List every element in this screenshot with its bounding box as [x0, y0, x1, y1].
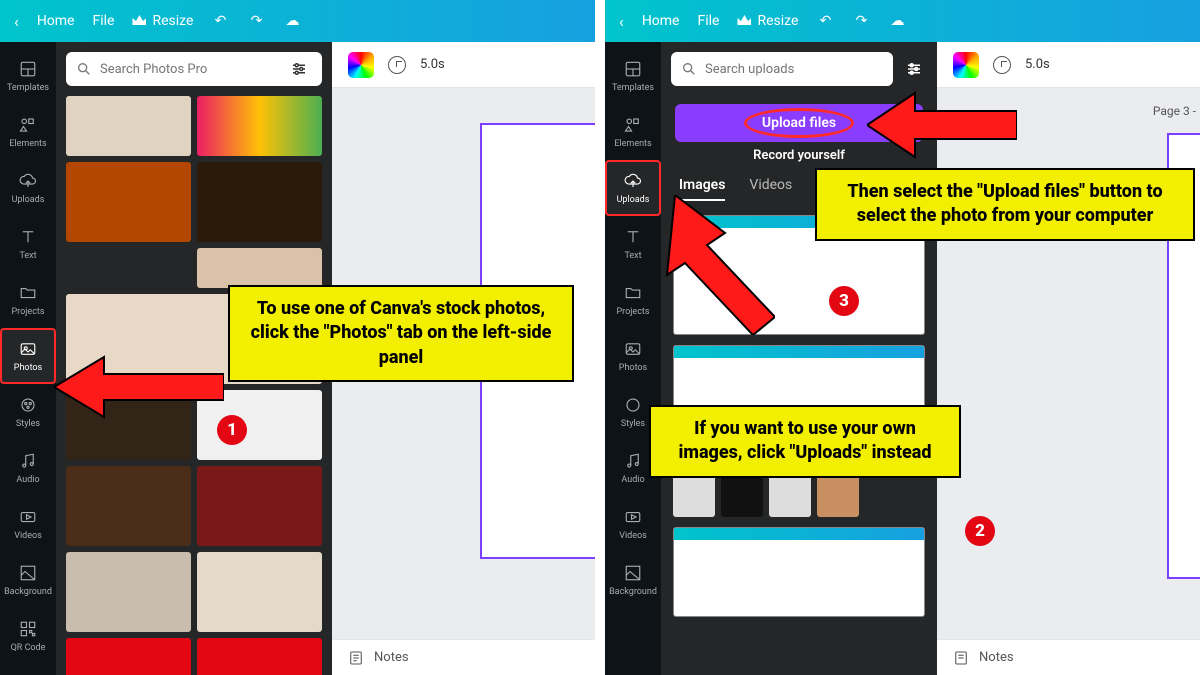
rail-background[interactable]: Background [605, 552, 661, 608]
annotation-arrow [54, 352, 224, 422]
page-label: Page 3 - [1153, 104, 1196, 118]
undo-icon[interactable]: ↶ [211, 12, 229, 30]
color-swatch[interactable] [953, 52, 979, 78]
search-input[interactable] [705, 62, 883, 77]
rail-projects[interactable]: Projects [605, 272, 661, 328]
photo-thumb[interactable] [66, 552, 191, 632]
footer: Notes [332, 639, 595, 675]
footer: Notes [937, 639, 1200, 675]
duration-label[interactable]: 5.0s [1025, 57, 1050, 72]
photo-thumb[interactable] [197, 466, 322, 546]
rail-uploads[interactable]: Uploads [0, 160, 56, 216]
step-badge-2: 2 [965, 516, 995, 546]
annotation-circle [744, 108, 854, 138]
rail-background[interactable]: Background [0, 552, 56, 608]
photo-thumb[interactable] [197, 552, 322, 632]
upload-thumb[interactable] [817, 475, 859, 517]
rail-text[interactable]: Text [605, 216, 661, 272]
upload-thumb[interactable] [673, 527, 925, 617]
clock-icon [388, 56, 406, 74]
redo-icon[interactable]: ↷ [852, 12, 870, 30]
notes-icon [953, 650, 969, 666]
upload-thumb[interactable] [673, 475, 715, 517]
rail-elements[interactable]: Elements [0, 104, 56, 160]
callout-3: Then select the "Upload files" button to… [815, 168, 1195, 241]
rail-videos[interactable]: Videos [0, 496, 56, 552]
crown-icon [737, 13, 751, 29]
resize-menu[interactable]: Resize [132, 13, 193, 29]
rail-qrcode[interactable]: QR Code [0, 608, 56, 664]
rail-styles[interactable]: Styles [0, 384, 56, 440]
step-badge-3: 3 [829, 286, 859, 316]
cloud-sync-icon: ☁ [888, 12, 906, 30]
back-icon[interactable]: ‹ [619, 12, 624, 31]
rail-elements[interactable]: Elements [605, 104, 661, 160]
topbar: ‹ Home File Resize ↶ ↷ ☁ [0, 0, 595, 42]
redo-icon[interactable]: ↷ [247, 12, 265, 30]
filter-icon[interactable] [901, 56, 927, 82]
notes-button[interactable]: Notes [979, 650, 1014, 665]
rail-templates[interactable]: Templates [605, 48, 661, 104]
notes-button[interactable]: Notes [374, 650, 409, 665]
upload-thumb[interactable] [769, 475, 811, 517]
rail-audio[interactable]: Audio [0, 440, 56, 496]
rail-photos[interactable]: Photos [0, 328, 56, 384]
duration-label[interactable]: 5.0s [420, 57, 445, 72]
home-link[interactable]: Home [642, 13, 680, 29]
annotation-arrow [867, 85, 1017, 165]
rail-projects[interactable]: Projects [0, 272, 56, 328]
search-uploads[interactable] [671, 52, 893, 86]
callout-2: If you want to use your own images, clic… [649, 405, 961, 478]
rail-photos[interactable]: Photos [605, 328, 661, 384]
search-icon [76, 61, 92, 77]
back-icon[interactable]: ‹ [14, 12, 19, 31]
search-input[interactable] [100, 62, 278, 77]
upload-thumb[interactable] [721, 475, 763, 517]
photo-thumb[interactable] [66, 466, 191, 546]
side-rail: Templates Elements Uploads Text Projects… [605, 42, 661, 675]
notes-icon [348, 650, 364, 666]
filter-icon[interactable] [286, 56, 312, 82]
file-menu[interactable]: File [698, 13, 720, 29]
callout-1: To use one of Canva's stock photos, clic… [228, 285, 574, 382]
rail-templates[interactable]: Templates [0, 48, 56, 104]
clock-icon [993, 56, 1011, 74]
photo-thumb[interactable] [197, 248, 322, 288]
rail-videos[interactable]: Videos [605, 496, 661, 552]
photo-thumb[interactable] [197, 162, 322, 242]
undo-icon[interactable]: ↶ [816, 12, 834, 30]
rail-text[interactable]: Text [0, 216, 56, 272]
photo-thumb[interactable] [66, 162, 191, 242]
photo-thumb[interactable] [66, 96, 191, 156]
side-rail: Templates Elements Uploads Text Projects… [0, 42, 56, 675]
color-swatch[interactable] [348, 52, 374, 78]
annotation-arrow [655, 195, 775, 335]
rail-uploads[interactable]: Uploads [605, 160, 661, 216]
cloud-sync-icon: ☁ [283, 12, 301, 30]
topbar: ‹ Home File Resize ↶ ↷ ☁ [605, 0, 1200, 42]
canvas-toolbar: 5.0s [937, 42, 1200, 88]
home-link[interactable]: Home [37, 13, 75, 29]
resize-menu[interactable]: Resize [737, 13, 798, 29]
step-badge-1: 1 [217, 415, 247, 445]
file-menu[interactable]: File [93, 13, 115, 29]
crown-icon [132, 13, 146, 29]
photo-thumb[interactable] [197, 96, 322, 156]
photo-thumb[interactable] [66, 638, 191, 675]
photo-thumb[interactable] [197, 638, 322, 675]
canvas-toolbar: 5.0s [332, 42, 595, 88]
search-icon [681, 61, 697, 77]
search-photos[interactable] [66, 52, 322, 86]
